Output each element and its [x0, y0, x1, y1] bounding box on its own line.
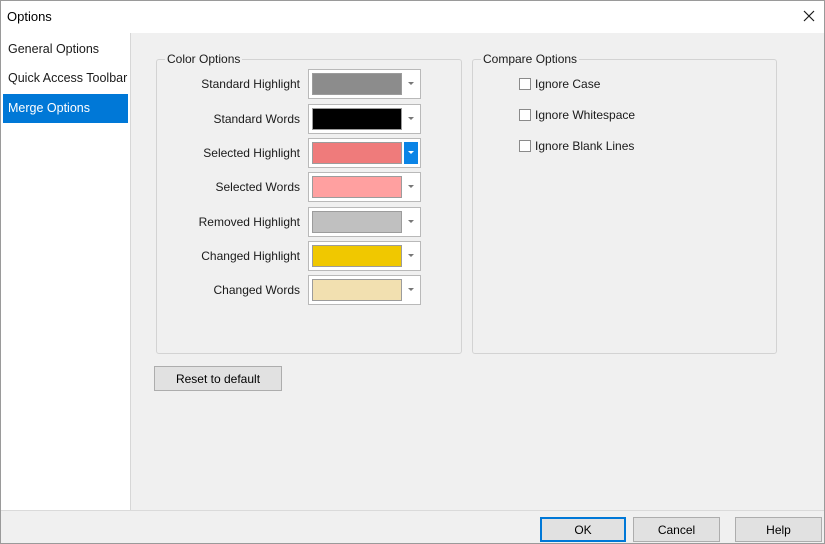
options-dialog: Options General Options Quick Access Too… — [0, 0, 825, 544]
checkbox-label: Ignore Case — [535, 77, 601, 91]
ignore-case-checkbox[interactable] — [519, 78, 531, 90]
ignore-case-checkbox-row[interactable]: Ignore Case — [519, 76, 600, 92]
chevron-down-icon — [408, 220, 414, 223]
sidebar-item-label: General Options — [8, 42, 100, 56]
dropdown-button[interactable] — [404, 211, 418, 233]
selected-highlight-color-picker[interactable] — [308, 138, 421, 168]
dropdown-button[interactable] — [404, 73, 418, 95]
chevron-down-icon — [408, 288, 414, 291]
color-row-changed-words: Changed Words — [157, 275, 462, 305]
standard-words-color-picker[interactable] — [308, 104, 421, 134]
chevron-down-icon — [408, 82, 414, 85]
ignore-blank-lines-checkbox-row[interactable]: Ignore Blank Lines — [519, 138, 634, 154]
ignore-whitespace-checkbox[interactable] — [519, 109, 531, 121]
color-swatch — [312, 245, 402, 267]
compare-options-group: Compare Options Ignore Case Ignore White… — [472, 52, 777, 354]
color-row-selected-words: Selected Words — [157, 172, 462, 202]
close-icon — [803, 10, 815, 22]
dropdown-button[interactable] — [404, 176, 418, 198]
color-options-legend: Color Options — [165, 52, 243, 66]
sidebar-item-label: Quick Access Toolbar — [8, 71, 128, 85]
changed-words-color-picker[interactable] — [308, 275, 421, 305]
help-button[interactable]: Help — [735, 517, 822, 542]
color-swatch — [312, 73, 402, 95]
compare-options-legend: Compare Options — [481, 52, 580, 66]
title-bar: Options — [1, 1, 824, 33]
color-label: Changed Highlight — [201, 249, 300, 263]
color-label: Removed Highlight — [198, 215, 300, 229]
color-label: Selected Words — [215, 180, 301, 194]
cancel-button[interactable]: Cancel — [633, 517, 720, 542]
color-row-standard-words: Standard Words — [157, 104, 462, 134]
options-sidebar: General Options Quick Access Toolbar Mer… — [1, 33, 131, 510]
window-title: Options — [7, 9, 52, 24]
ok-button[interactable]: OK — [540, 517, 626, 542]
checkbox-label: Ignore Whitespace — [535, 108, 636, 122]
color-label: Selected Highlight — [203, 146, 300, 160]
dropdown-button[interactable] — [404, 245, 418, 267]
selected-words-color-picker[interactable] — [308, 172, 421, 202]
dropdown-button[interactable] — [404, 108, 418, 130]
checkbox-label: Ignore Blank Lines — [535, 139, 635, 153]
color-row-removed-highlight: Removed Highlight — [157, 207, 462, 237]
sidebar-item-quick-access-toolbar[interactable]: Quick Access Toolbar — [3, 64, 128, 93]
color-label: Changed Words — [213, 283, 301, 297]
ignore-whitespace-checkbox-row[interactable]: Ignore Whitespace — [519, 107, 635, 123]
sidebar-item-merge-options[interactable]: Merge Options — [3, 94, 128, 123]
chevron-down-icon — [408, 254, 414, 257]
ignore-blank-lines-checkbox[interactable] — [519, 140, 531, 152]
color-swatch — [312, 176, 402, 198]
close-button[interactable] — [794, 1, 824, 31]
dropdown-button[interactable] — [404, 279, 418, 301]
standard-highlight-color-picker[interactable] — [308, 69, 421, 99]
color-row-selected-highlight: Selected Highlight — [157, 138, 462, 168]
color-swatch — [312, 211, 402, 233]
color-options-group: Color Options Standard Highlight Standar… — [156, 52, 462, 354]
color-label: Standard Highlight — [201, 77, 300, 91]
reset-to-default-button[interactable]: Reset to default — [154, 366, 282, 391]
chevron-down-icon — [408, 151, 414, 154]
color-swatch — [312, 142, 402, 164]
dialog-footer: OK Cancel Help — [1, 510, 824, 543]
color-label: Standard Words — [213, 112, 301, 126]
changed-highlight-color-picker[interactable] — [308, 241, 421, 271]
merge-options-panel: Color Options Standard Highlight Standar… — [132, 33, 824, 510]
removed-highlight-color-picker[interactable] — [308, 207, 421, 237]
chevron-down-icon — [408, 117, 414, 120]
color-row-changed-highlight: Changed Highlight — [157, 241, 462, 271]
chevron-down-icon — [408, 185, 414, 188]
color-swatch — [312, 108, 402, 130]
sidebar-item-general-options[interactable]: General Options — [3, 35, 128, 64]
dropdown-button[interactable] — [404, 142, 418, 164]
sidebar-item-label: Merge Options — [8, 101, 90, 115]
color-row-standard-highlight: Standard Highlight — [157, 69, 462, 99]
color-swatch — [312, 279, 402, 301]
